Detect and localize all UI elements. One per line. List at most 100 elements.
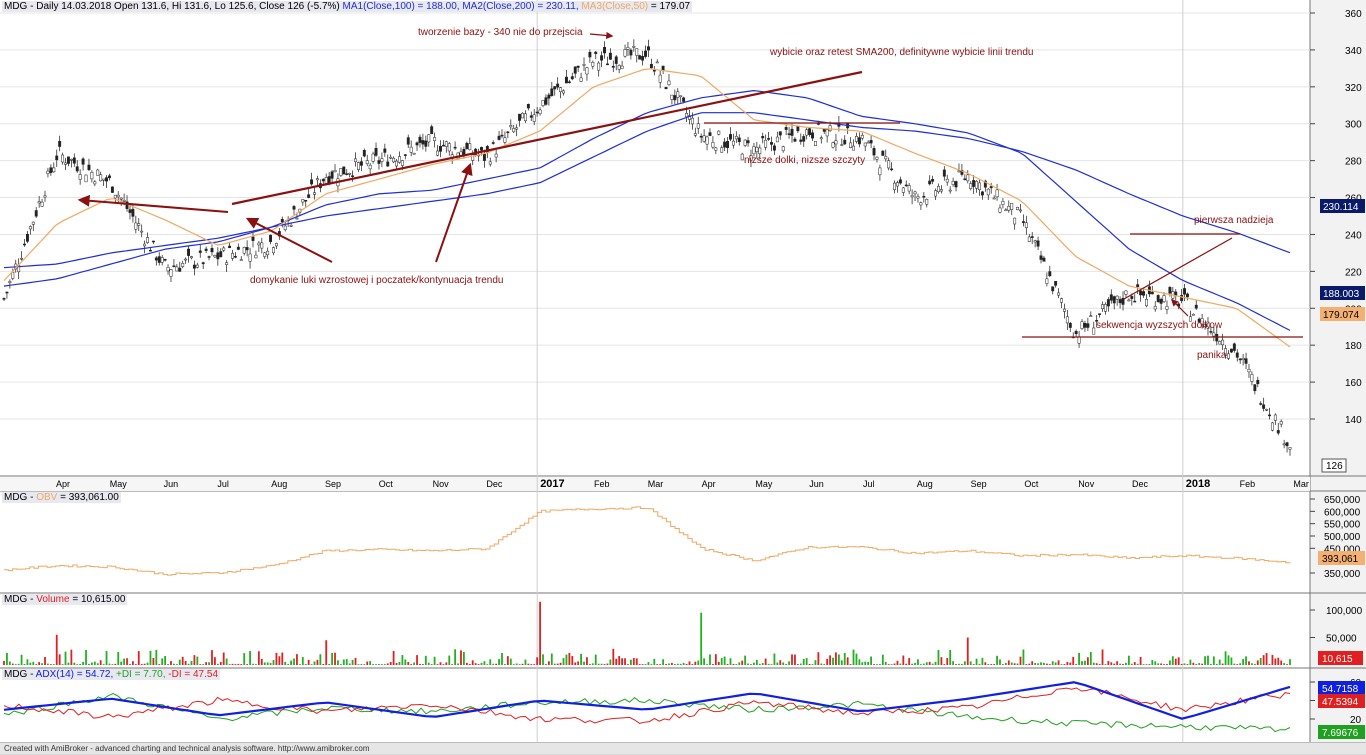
candle-body	[84, 174, 88, 183]
date-tick-label: Feb	[594, 479, 610, 489]
volume-bar	[1084, 660, 1086, 665]
volume-bar	[489, 659, 492, 665]
candle-body	[878, 167, 882, 176]
volume-bar	[269, 663, 272, 665]
volume-bar	[881, 654, 884, 665]
volume-bar	[586, 657, 588, 665]
candle-body	[128, 209, 132, 213]
candle-body	[939, 189, 943, 192]
volume-bar	[181, 656, 184, 665]
volume-bar	[975, 658, 978, 665]
volume-bar	[685, 663, 688, 665]
candle-body	[714, 147, 718, 151]
volume-bar	[184, 661, 187, 665]
candle-body	[292, 206, 296, 210]
volume-bar	[263, 662, 266, 665]
candle-body	[670, 94, 674, 100]
volume-bar	[876, 664, 878, 665]
volume-bar	[796, 664, 799, 665]
candle-body	[617, 65, 621, 70]
candle-body	[427, 134, 431, 143]
candle-body	[403, 154, 407, 156]
candle-body	[1150, 291, 1154, 295]
candle-body	[377, 160, 381, 164]
candle-body	[1118, 299, 1122, 304]
price-title-ma1: MA1(Close,100) = 188.00,	[342, 1, 463, 12]
candle-body	[195, 264, 199, 268]
volume-bar	[342, 659, 345, 665]
candle-body	[1253, 384, 1257, 392]
candle-body	[140, 230, 144, 233]
volume-bar	[1072, 656, 1075, 665]
volume-bar	[987, 664, 990, 665]
volume-bar	[823, 664, 826, 665]
volume-bar	[44, 656, 46, 665]
candle-body	[31, 221, 35, 225]
volume-bar	[914, 662, 916, 665]
candle-body	[315, 178, 319, 181]
volume-bar	[1098, 664, 1101, 665]
volume-bar	[1025, 664, 1028, 665]
volume-bar	[1081, 661, 1083, 665]
candle-body	[154, 257, 158, 261]
volume-bar	[395, 663, 398, 665]
candle-body	[1016, 206, 1020, 211]
volume-bar	[1195, 664, 1198, 665]
candle-body	[359, 161, 363, 166]
volume-bar	[1277, 657, 1280, 665]
volume-bar	[260, 658, 263, 665]
obv-title-val: = 393,061.00	[57, 492, 119, 503]
candle-body	[149, 249, 152, 252]
volume-bar	[1060, 664, 1063, 665]
candle-body	[611, 65, 615, 68]
candle-body	[242, 247, 246, 254]
candle-body	[131, 208, 135, 217]
volume-bar	[1265, 653, 1268, 665]
volume-bar	[55, 634, 58, 665]
volume-bar	[105, 650, 108, 665]
volume-bar	[802, 658, 805, 665]
volume-bar	[465, 662, 468, 665]
volume-bar	[1075, 664, 1078, 665]
candle-body	[526, 103, 530, 109]
candle-body	[717, 130, 721, 135]
volume-bar	[29, 662, 32, 665]
candle-body	[635, 48, 639, 56]
volume-bar	[1218, 659, 1221, 665]
candle-body	[64, 162, 67, 165]
obv-tick-label: 350,000	[1324, 569, 1361, 580]
candle-body	[1229, 348, 1233, 353]
candle-body	[233, 256, 237, 258]
candle-body	[441, 144, 445, 147]
volume-bar	[931, 663, 934, 665]
volume-bar	[445, 662, 448, 665]
volume-bar	[117, 651, 120, 665]
candle-body	[1162, 295, 1166, 302]
candle-body	[289, 225, 293, 227]
volume-bar	[506, 656, 509, 665]
candle-body	[840, 144, 844, 146]
candle-body	[488, 161, 492, 165]
candle-body	[500, 134, 504, 137]
candle-body	[69, 159, 73, 161]
volume-bar	[1066, 661, 1069, 665]
candle-body	[1051, 286, 1055, 292]
obv-title-prefix: MDG -	[4, 492, 37, 503]
candle-body	[1101, 304, 1104, 309]
candle-body	[1165, 306, 1169, 310]
volume-bar	[609, 659, 612, 665]
chart-canvas[interactable]: 360340320300280260240220200180160140 Apr…	[0, 0, 1366, 742]
candle-body	[1083, 323, 1087, 328]
volume-bar	[99, 660, 102, 665]
volume-bar	[591, 663, 594, 665]
volume-bar	[735, 664, 738, 665]
candle-body	[184, 258, 188, 261]
date-tick-label: Apr	[56, 479, 70, 489]
volume-bar	[840, 660, 843, 665]
volume-bar	[1289, 659, 1291, 665]
volume-bar	[436, 664, 439, 665]
candle-body	[66, 156, 70, 164]
candle-body	[790, 128, 794, 136]
candle-body	[638, 55, 642, 60]
candle-body	[143, 243, 147, 247]
